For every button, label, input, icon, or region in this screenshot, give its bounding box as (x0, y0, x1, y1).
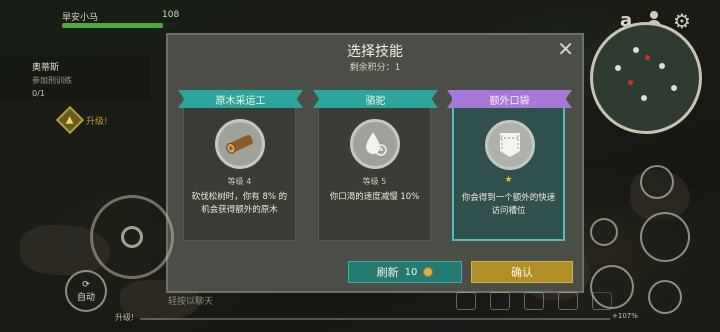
auto-label: 自动 (76, 292, 95, 303)
skill-select-dialog: 选择技能 剩余积分：1 ✕ 原木采运工 等级 4 砍伐松树时，你有 8% 的机会… (166, 33, 584, 293)
levelup-icon: ▲ (55, 105, 85, 135)
refresh-label: 刷新 (376, 266, 399, 279)
skill-description: 你口渴的速度减慢 10% (329, 192, 420, 202)
quest-panel[interactable]: 奥蒂斯 参加刑训练 0/1 (0, 56, 150, 100)
chat-input[interactable]: 轻按以聊天 (168, 294, 308, 310)
refresh-cost: 10 (404, 266, 418, 278)
hp-bar-fill (62, 23, 163, 28)
confirm-button[interactable]: 确认 (471, 261, 573, 283)
auto-button[interactable]: ⟳ 自动 (65, 270, 107, 312)
xp-percent: +107% (612, 312, 638, 320)
auto-icon: ⟳ (82, 279, 90, 290)
quest-subtitle: 参加刑训练 (32, 76, 72, 85)
bottom-level-label: 升级! (115, 313, 135, 322)
skill-card-title: 骆驼 (313, 90, 438, 108)
quick-slot[interactable] (490, 292, 510, 310)
coin-icon (423, 267, 434, 277)
dialog-title: 选择技能 (347, 44, 403, 60)
quick-slots (456, 292, 612, 310)
torch-button[interactable] (640, 165, 674, 199)
player-name: 旱安小马 (62, 13, 99, 23)
levelup-label: 升级! (86, 116, 108, 127)
close-icon[interactable]: ✕ (557, 39, 574, 59)
water-drop-icon (350, 119, 400, 169)
quest-count: 0/1 (32, 89, 45, 98)
crouch-button[interactable] (648, 280, 682, 314)
quick-slot[interactable] (558, 292, 578, 310)
log-icon (215, 119, 265, 169)
skill-card-extra-pocket[interactable]: 额外口袋 ★ 你会得到一个额外的快速访问槽位 (447, 90, 572, 241)
weapon-button[interactable] (640, 212, 690, 262)
points-remaining: 剩余积分：1 (349, 63, 401, 73)
xp-bar (140, 318, 610, 320)
skill-description: 砍伐松树时，你有 8% 的机会获得额外的原木 (191, 192, 288, 215)
skill-card-title: 原木采运工 (178, 90, 303, 108)
hp-value: 108 (162, 10, 180, 20)
pocket-icon (485, 120, 535, 170)
refresh-button[interactable]: 刷新 10 (348, 261, 462, 283)
hp-bar (62, 23, 179, 28)
aim-button[interactable] (590, 218, 618, 246)
joystick-knob[interactable] (121, 226, 143, 248)
levelup-indicator[interactable]: ▲ 升级! (55, 105, 160, 135)
skill-description: 你会得到一个额外的快速访问槽位 (461, 193, 556, 216)
quick-slot[interactable] (456, 292, 476, 310)
skill-card-title: 额外口袋 (447, 90, 572, 108)
quick-slot[interactable] (524, 292, 544, 310)
hand-interact-button[interactable] (590, 265, 634, 309)
skill-level: 等级 4 (227, 177, 252, 186)
star-icon: ★ (504, 175, 513, 185)
skill-level: 等级 5 (362, 177, 387, 186)
skill-card-lumberjack[interactable]: 原木采运工 等级 4 砍伐松树时，你有 8% 的机会获得额外的原木 (178, 90, 303, 241)
minimap[interactable] (590, 22, 702, 134)
gear-icon[interactable]: ⚙ (673, 9, 691, 33)
skill-card-camel[interactable]: 骆驼 等级 5 你口渴的速度减慢 10% (313, 90, 438, 241)
quest-title: 奥蒂斯 (32, 63, 60, 73)
movement-joystick[interactable] (90, 195, 174, 279)
